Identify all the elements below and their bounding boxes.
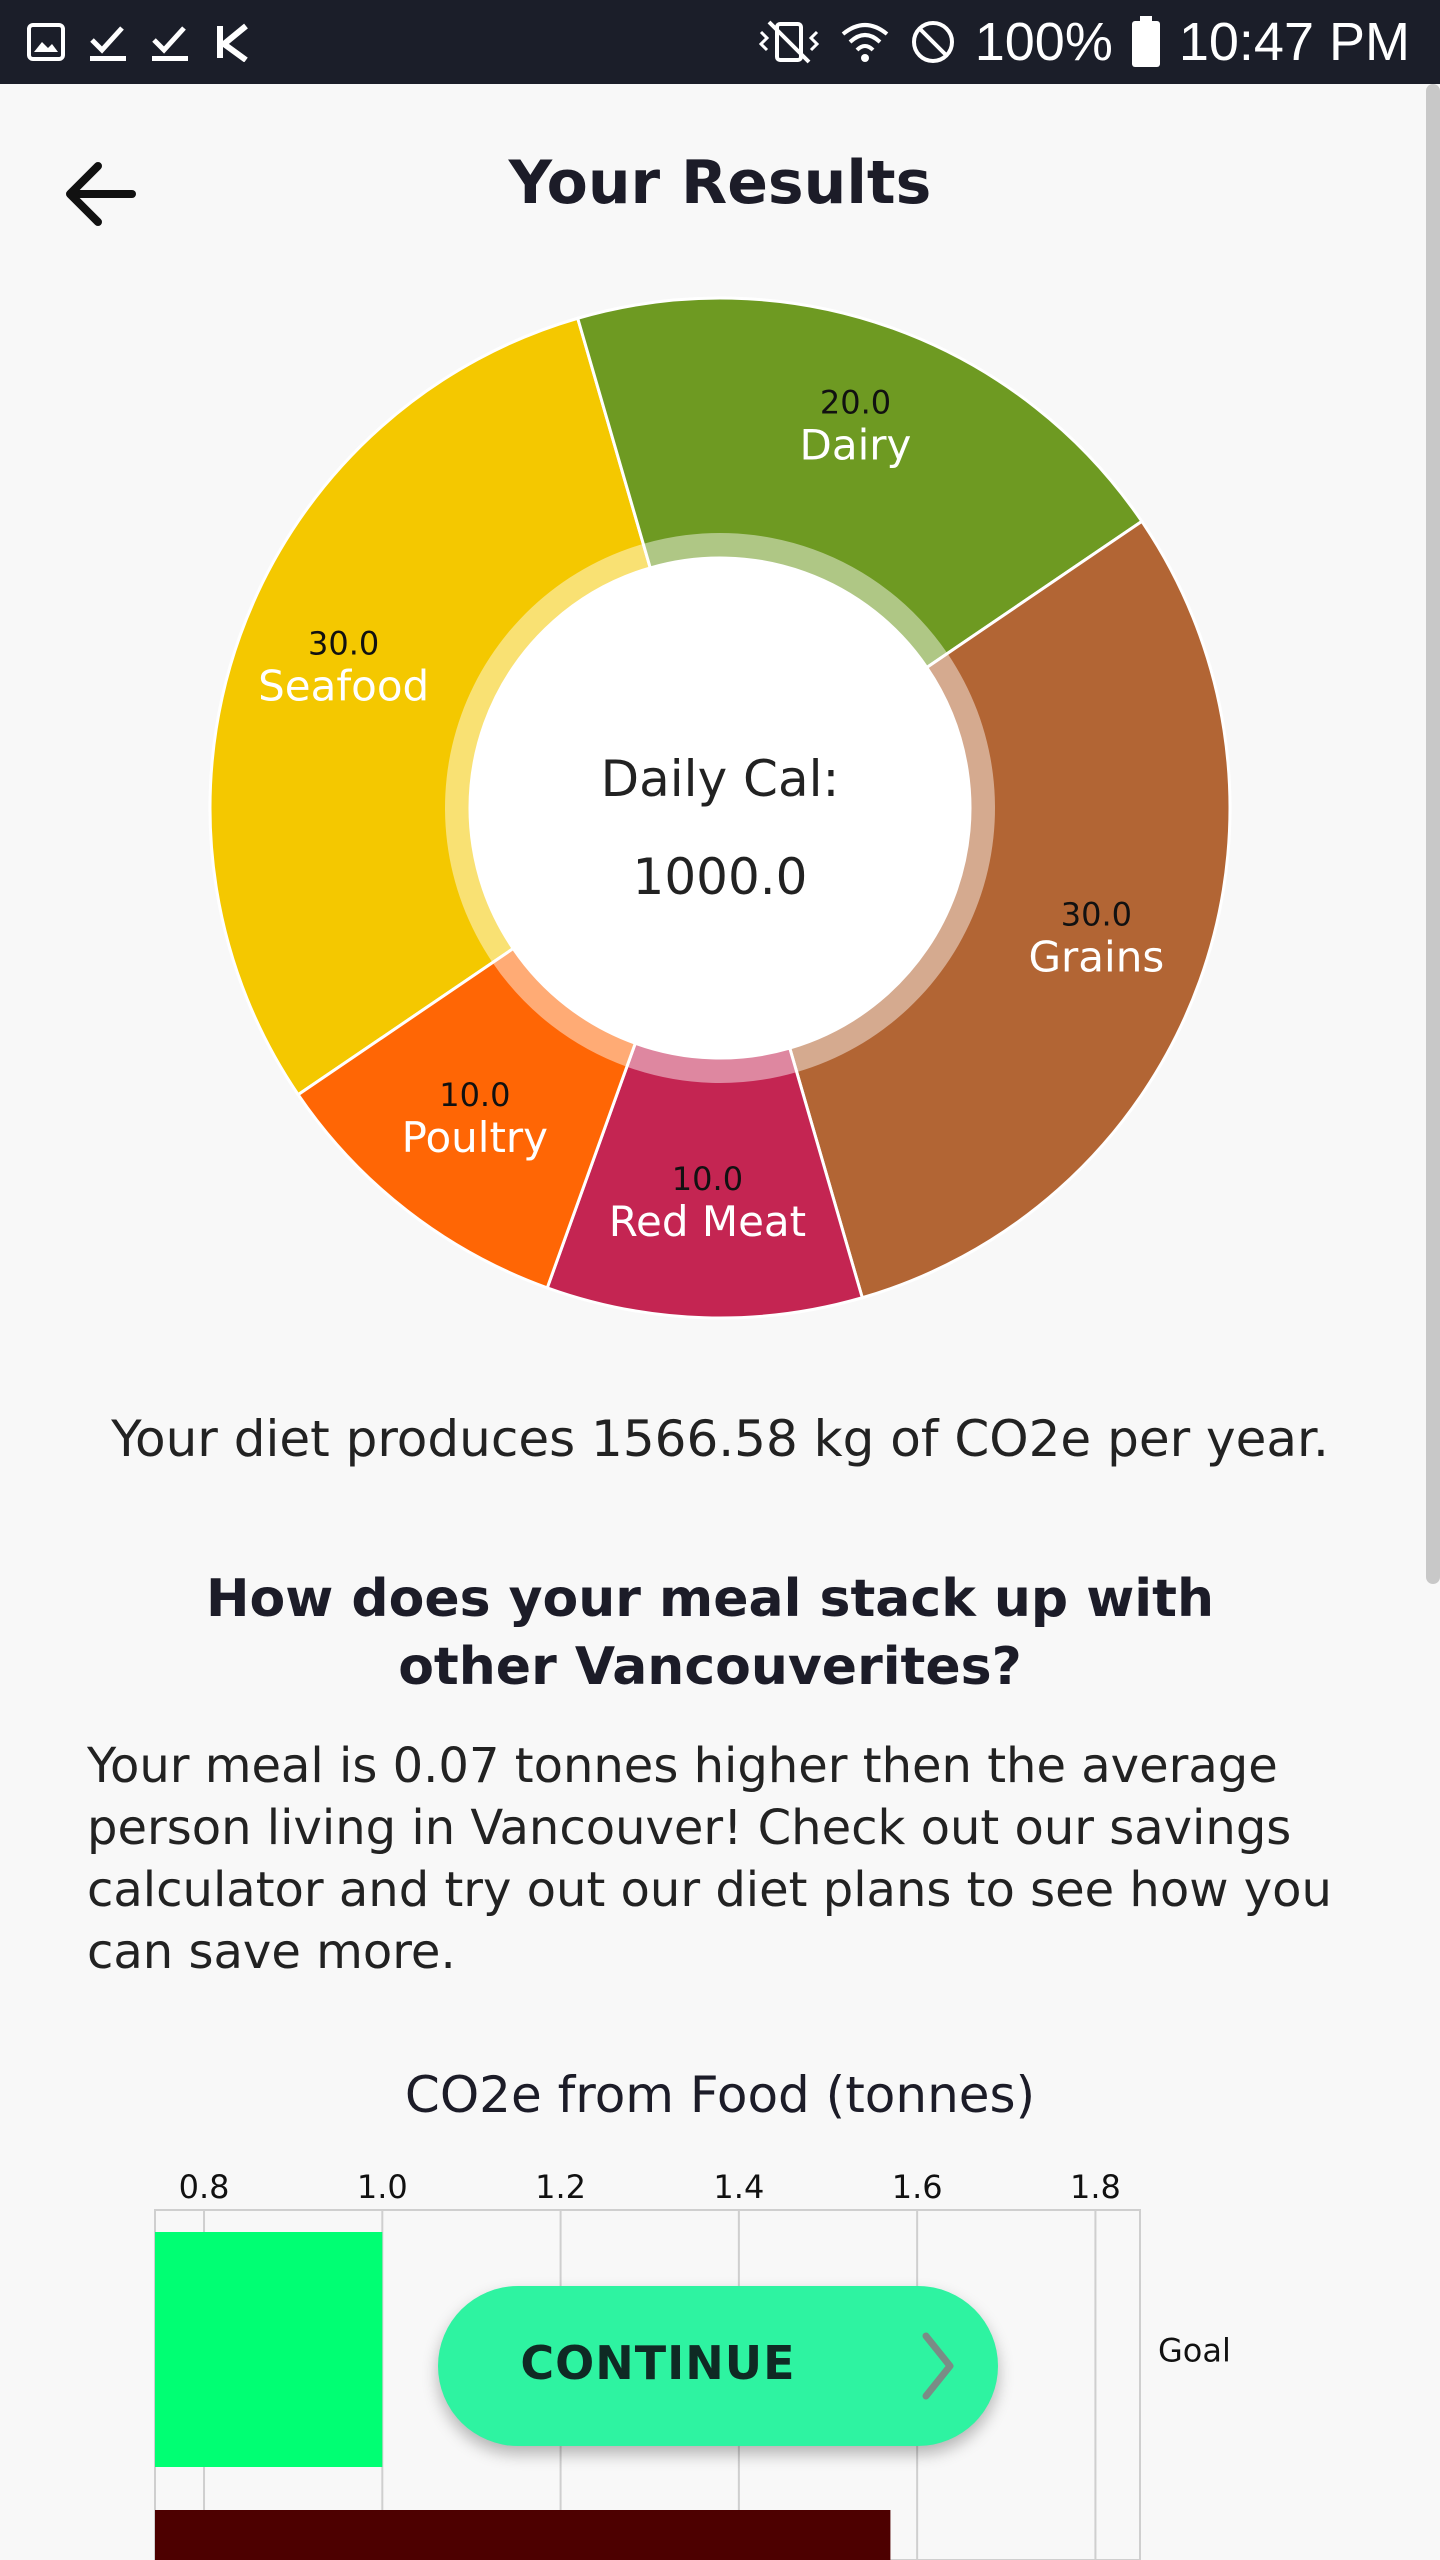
donut-name-label-poultry: Poultry — [402, 1113, 548, 1162]
donut-value-label-red-meat: 10.0 — [672, 1160, 743, 1198]
x-tick-label: 1.8 — [1070, 2168, 1121, 2206]
comparison-paragraph: Your meal is 0.07 tonnes higher then the… — [87, 1738, 1332, 1980]
page-title: Your Results — [508, 148, 932, 218]
wifi-icon — [841, 23, 889, 62]
do-not-disturb-icon — [911, 21, 954, 63]
category-label-goal: Goal — [1158, 2332, 1231, 2370]
x-tick-label: 0.8 — [179, 2168, 230, 2206]
donut-center-title: Daily Cal: — [600, 750, 840, 808]
status-bar-notifications — [26, 18, 252, 66]
donut-name-label-dairy: Dairy — [800, 421, 912, 470]
donut-hole — [470, 558, 970, 1058]
donut-value-label-grains: 30.0 — [1061, 895, 1132, 933]
x-tick-label: 1.6 — [892, 2168, 943, 2206]
vibrate-mute-icon — [758, 20, 819, 64]
chevron-right-icon — [922, 2332, 954, 2400]
k-icon — [217, 23, 248, 62]
donut-name-label-seafood: Seafood — [258, 662, 429, 711]
status-bar-system: 100% 10:47 PM — [757, 10, 1410, 74]
co2-chart-title: CO2e from Food (tonnes) — [404, 2066, 1036, 2124]
x-tick-label: 1.2 — [535, 2168, 586, 2206]
battery-percent: 100% — [974, 12, 1113, 72]
bar-diet-1 — [155, 2510, 891, 2560]
donut-name-label-red-meat: Red Meat — [609, 1197, 806, 1246]
diet-donut-chart: 30.0Seafood20.0Dairy30.0Grains10.0Red Me… — [208, 296, 1232, 1320]
co2-summary: Your diet produces 1566.58 kg of CO2e pe… — [111, 1410, 1329, 1468]
battery-icon — [1131, 16, 1160, 67]
status-bar: 100% 10:47 PM — [0, 0, 1440, 84]
donut-name-label-grains: Grains — [1028, 932, 1164, 981]
image-icon — [27, 23, 65, 61]
scrollbar[interactable] — [1426, 84, 1440, 1584]
donut-center-value: 1000.0 — [632, 848, 808, 906]
x-tick-label: 1.0 — [357, 2168, 408, 2206]
app-header: Your Results — [0, 84, 1440, 284]
comparison-heading: How does your meal stack up with other V… — [205, 1569, 1214, 1697]
check-icon — [90, 26, 126, 61]
donut-value-label-dairy: 20.0 — [820, 384, 891, 422]
donut-value-label-seafood: 30.0 — [308, 625, 379, 663]
donut-value-label-poultry: 10.0 — [439, 1076, 510, 1114]
continue-button[interactable]: CONTINUE — [438, 2286, 998, 2446]
bar-goal — [155, 2232, 383, 2467]
x-tick-label: 1.4 — [713, 2168, 764, 2206]
clock: 10:47 PM — [1178, 12, 1410, 72]
continue-label: CONTINUE — [520, 2336, 796, 2390]
check-icon — [152, 26, 188, 61]
